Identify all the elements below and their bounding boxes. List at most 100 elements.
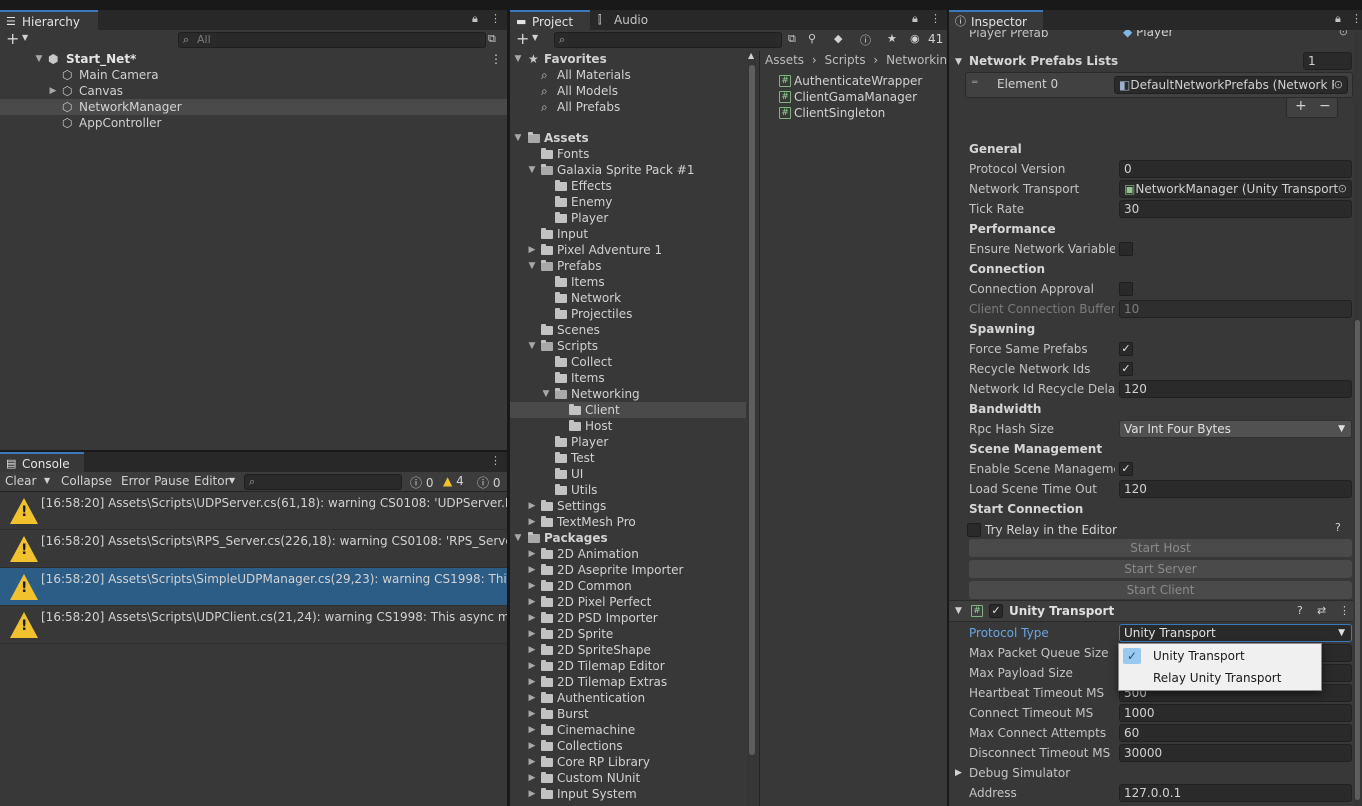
help-icon[interactable]: ? xyxy=(1297,604,1303,617)
expand-arrow-icon[interactable]: ▼ xyxy=(541,386,551,402)
lock-icon[interactable]: 🔒︎ xyxy=(1335,12,1341,26)
folder-row-selected[interactable]: Client xyxy=(510,402,746,418)
component-enabled-checkbox[interactable]: ✓ xyxy=(989,604,1003,618)
add-element-icon[interactable]: + xyxy=(1295,98,1307,114)
package-row[interactable]: ▶ 2D Common xyxy=(510,578,746,594)
expand-arrow-icon[interactable]: ▼ xyxy=(955,606,962,616)
error-pause-button[interactable]: Error Pause xyxy=(121,474,189,488)
search-options-icon[interactable]: ⧉ xyxy=(488,32,496,46)
collapsed-arrow-icon[interactable]: ▶ xyxy=(527,786,537,802)
folder-row[interactable]: ▶ TextMesh Pro xyxy=(510,514,746,530)
object-picker-icon[interactable]: ⊙ xyxy=(1339,30,1348,40)
package-row[interactable]: ▶ Cinemachine xyxy=(510,722,746,738)
start-client-button[interactable]: Start Client xyxy=(969,581,1352,599)
kebab-menu-icon[interactable]: ⋮ xyxy=(1339,604,1350,617)
folder-row[interactable]: Projectiles xyxy=(510,306,746,322)
editor-dropdown[interactable]: Editor xyxy=(194,474,230,488)
scene-row[interactable]: ▼ ⬢ Start_Net* ⋮ xyxy=(0,51,507,67)
package-row[interactable]: ▶ Collections xyxy=(510,738,746,754)
packages-header[interactable]: ▼ Packages xyxy=(510,530,746,546)
enable-scene-management-checkbox[interactable]: ✓ xyxy=(1119,462,1133,476)
chevron-down-icon[interactable]: ▼ xyxy=(532,33,538,42)
folder-row[interactable]: ▶ Settings xyxy=(510,498,746,514)
collapsed-arrow-icon[interactable]: ▶ xyxy=(527,706,537,722)
collapsed-arrow-icon[interactable]: ▶ xyxy=(527,610,537,626)
tree-scrollbar[interactable]: ▲ xyxy=(747,51,757,806)
collapsed-arrow-icon[interactable]: ▶ xyxy=(527,578,537,594)
console-message[interactable]: ! [16:58:20] Assets\Scripts\UDPClient.cs… xyxy=(0,606,507,644)
package-row[interactable]: ▶ Custom NUnit xyxy=(510,770,746,786)
clear-button[interactable]: Clear xyxy=(5,474,36,488)
recycle-network-ids-checkbox[interactable]: ✓ xyxy=(1119,362,1133,376)
folder-row[interactable]: ▶ Pixel Adventure 1 xyxy=(510,242,746,258)
tab-hierarchy[interactable]: ☰ Hierarchy xyxy=(0,10,98,30)
prefab-lists-arrow-icon[interactable]: ▼ xyxy=(955,57,962,67)
debug-simulator-arrow-icon[interactable]: ▶ xyxy=(955,768,962,778)
error-count-toggle[interactable]: ⓘ 0 xyxy=(477,474,500,491)
package-row[interactable]: ▶ Authentication xyxy=(510,690,746,706)
folder-row[interactable]: Player xyxy=(510,434,746,450)
folder-row[interactable]: Test xyxy=(510,450,746,466)
connection-approval-checkbox[interactable] xyxy=(1119,282,1133,296)
kebab-menu-icon[interactable]: ⋮ xyxy=(490,12,501,25)
console-message-selected[interactable]: ! [16:58:20] Assets\Scripts\SimpleUDPMan… xyxy=(0,568,507,606)
tab-console[interactable]: ▤ Console xyxy=(0,452,84,472)
load-scene-timeout-field[interactable]: 120 xyxy=(1119,480,1352,498)
expand-arrow-icon[interactable]: ▼ xyxy=(527,258,537,274)
expand-arrow-icon[interactable]: ▼ xyxy=(527,338,537,354)
kebab-menu-icon[interactable]: ⋮ xyxy=(490,454,501,467)
recycle-delay-field[interactable]: 120 xyxy=(1119,380,1352,398)
package-row[interactable]: ▶ Burst xyxy=(510,706,746,722)
start-host-button[interactable]: Start Host xyxy=(969,539,1352,557)
collapsed-arrow-icon[interactable]: ▶ xyxy=(527,658,537,674)
hierarchy-item[interactable]: ⬡ AppController xyxy=(0,115,507,131)
collapsed-arrow-icon[interactable]: ▶ xyxy=(527,674,537,690)
collapse-button[interactable]: Collapse xyxy=(61,474,112,488)
expand-arrow-icon[interactable]: ▼ xyxy=(34,51,44,67)
collapsed-arrow-icon[interactable]: ▶ xyxy=(527,770,537,786)
element0-field[interactable]: ◧DefaultNetworkPrefabs (Network P ⊙ xyxy=(1114,76,1348,94)
object-picker-icon[interactable]: ⊙ xyxy=(1337,181,1347,197)
protocol-version-field[interactable]: 0 xyxy=(1119,160,1352,178)
breadcrumb-item[interactable]: Assets xyxy=(765,53,804,67)
project-search-input[interactable]: ⌕ xyxy=(554,32,782,48)
address-field[interactable]: 127.0.0.1 xyxy=(1119,784,1352,802)
connect-timeout-field[interactable]: 1000 xyxy=(1119,704,1352,722)
tick-rate-field[interactable]: 30 xyxy=(1119,200,1352,218)
package-row[interactable]: ▶ 2D Tilemap Editor xyxy=(510,658,746,674)
warn-count-toggle[interactable]: ▲ 4 xyxy=(443,474,464,488)
search-by-type-icon[interactable]: ⧉ xyxy=(788,32,796,46)
force-same-prefabs-checkbox[interactable]: ✓ xyxy=(1119,342,1133,356)
scrollbar-thumb[interactable] xyxy=(1355,320,1360,800)
start-server-button[interactable]: Start Server xyxy=(969,560,1352,578)
unity-transport-component-header[interactable]: ▼ # ✓ Unity Transport ? ⇄ ⋮ xyxy=(949,600,1353,622)
folder-row[interactable]: Enemy xyxy=(510,194,746,210)
menu-item-unity-transport[interactable]: ✓ Unity Transport xyxy=(1119,645,1321,667)
log-type-icon[interactable]: ⓘ xyxy=(860,32,871,48)
assets-header[interactable]: ▼ Assets xyxy=(510,130,746,146)
info-count-toggle[interactable]: ⓘ 0 xyxy=(410,474,433,491)
max-connect-attempts-field[interactable]: 60 xyxy=(1119,724,1352,742)
add-icon[interactable]: + xyxy=(6,30,19,48)
folder-row[interactable]: ▼ Networking xyxy=(510,386,746,402)
file-row[interactable]: # ClientSingleton xyxy=(760,105,947,121)
hierarchy-search-input[interactable]: ⌕ All xyxy=(178,32,486,48)
rpc-hash-size-dropdown[interactable]: Var Int Four Bytes ▼ xyxy=(1119,420,1352,438)
chevron-down-icon[interactable]: ▼ xyxy=(22,33,28,42)
file-row[interactable]: # ClientGamaManager xyxy=(760,89,947,105)
package-row[interactable]: ▶ 2D Pixel Perfect xyxy=(510,594,746,610)
favorite-item[interactable]: ⌕ All Materials xyxy=(510,67,746,83)
collapsed-arrow-icon[interactable]: ▶ xyxy=(527,642,537,658)
folder-row[interactable]: ▼ Prefabs xyxy=(510,258,746,274)
expand-arrow-icon[interactable]: ▼ xyxy=(513,130,523,146)
network-transport-field[interactable]: ▣NetworkManager (Unity Transport) ⊙ xyxy=(1119,180,1352,198)
collapsed-arrow-icon[interactable]: ▶ xyxy=(527,722,537,738)
file-row[interactable]: # AuthenticateWrapper xyxy=(760,73,947,89)
breadcrumb-item[interactable]: Scripts xyxy=(825,53,866,67)
favorite-item[interactable]: ⌕ All Models xyxy=(510,83,746,99)
tab-audio-mixer[interactable]: ⫿ Audio Mixer xyxy=(592,10,692,47)
scroll-up-arrow-icon[interactable]: ▲ xyxy=(748,51,754,60)
lock-icon[interactable]: 🔒︎ xyxy=(472,12,478,26)
folder-row[interactable]: Scenes xyxy=(510,322,746,338)
package-row[interactable]: ▶ 2D Aseprite Importer xyxy=(510,562,746,578)
